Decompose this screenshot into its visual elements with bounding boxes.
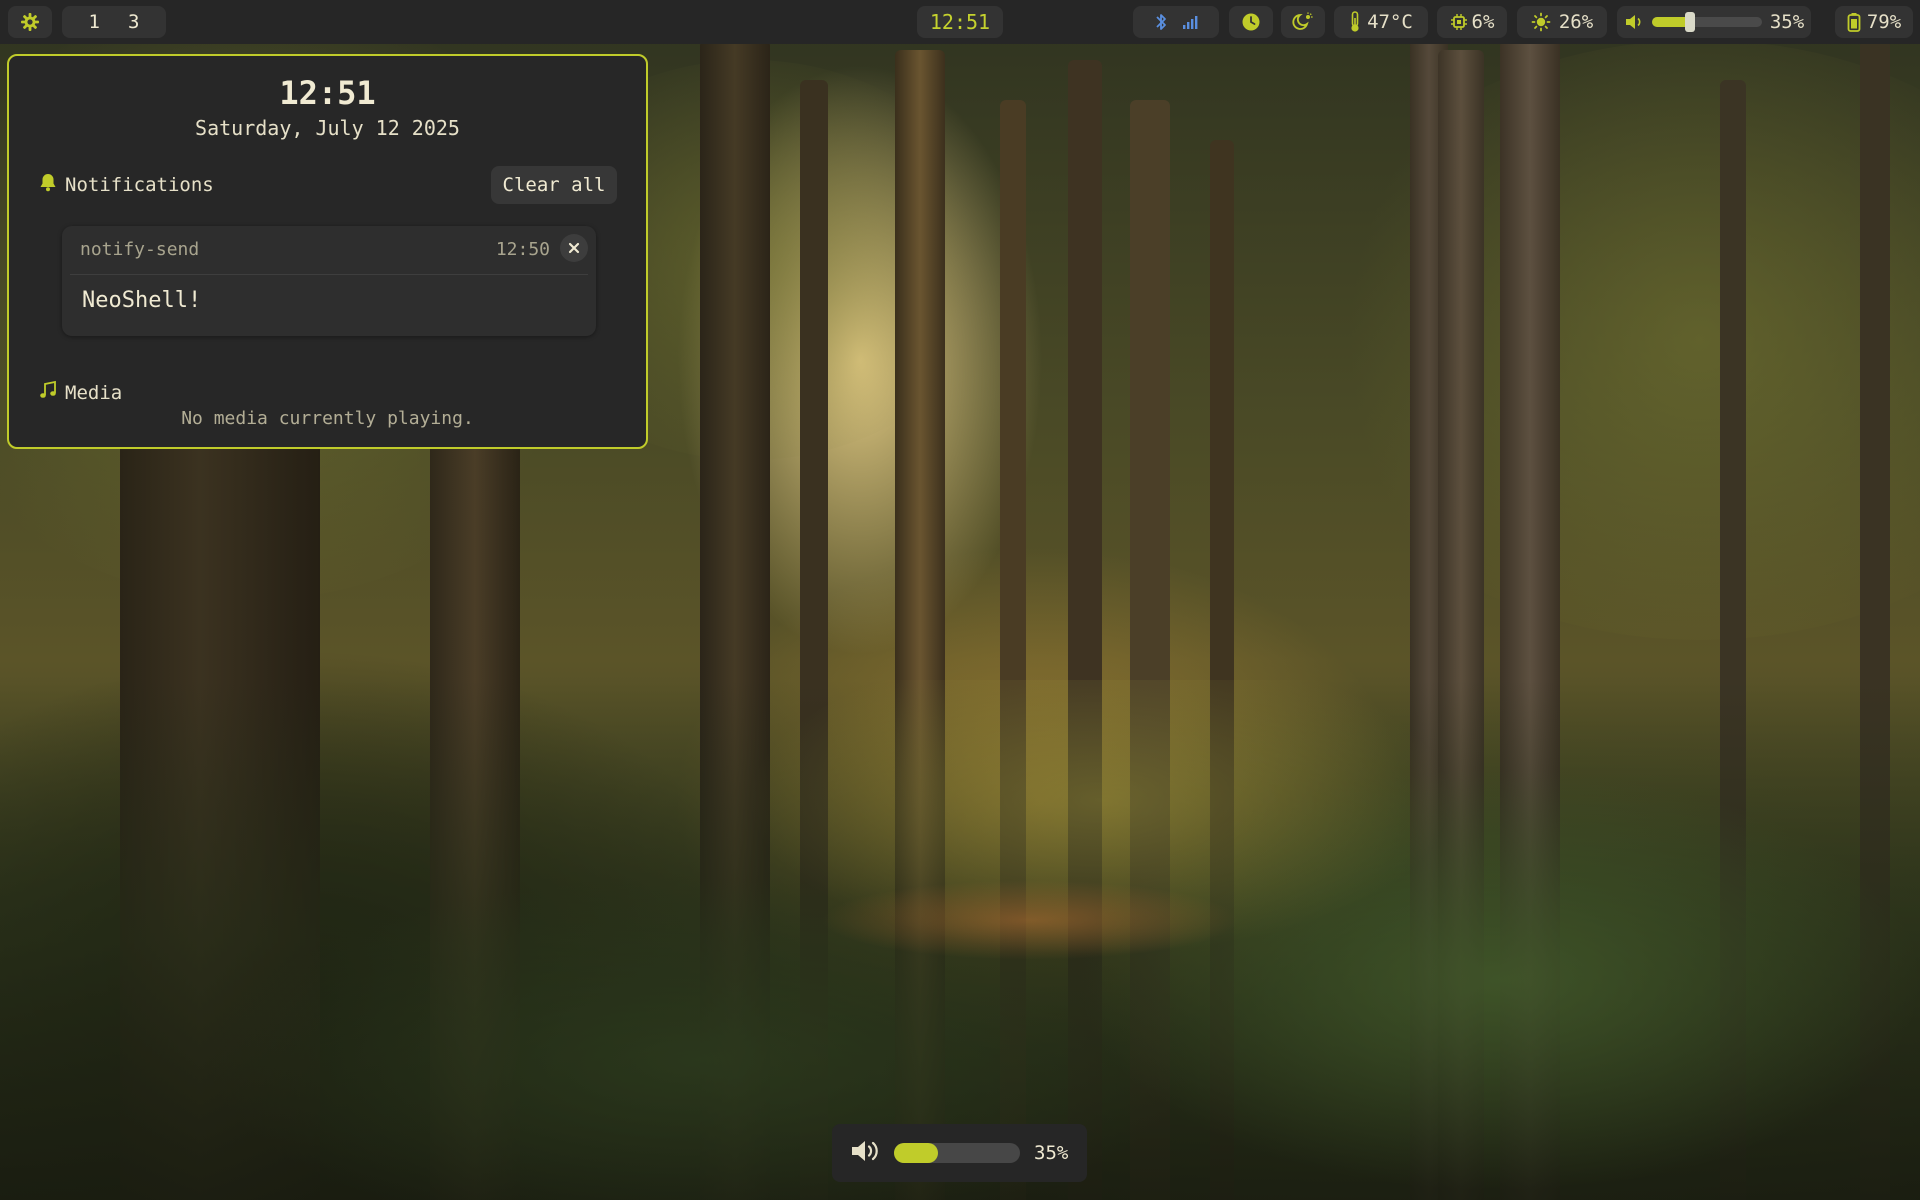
battery-indicator[interactable]: 79% <box>1835 6 1913 38</box>
sun-moon-icon <box>1292 12 1314 32</box>
bar-clock[interactable]: 12:51 <box>917 6 1003 38</box>
osd-volume-fill <box>894 1143 939 1163</box>
top-bar: 1 3 12:51 47°C 6% 26% 35% 79% <box>0 0 1920 44</box>
temperature-value: 47°C <box>1367 11 1413 33</box>
clock-widget-button[interactable] <box>1229 6 1273 38</box>
volume-slider[interactable] <box>1651 12 1762 32</box>
notification-app-name: notify-send <box>80 239 200 260</box>
cpu-indicator[interactable]: 6% <box>1437 6 1507 38</box>
clear-all-button[interactable]: Clear all <box>491 166 617 204</box>
bar-clock-text: 12:51 <box>929 10 991 34</box>
workspace-1-button[interactable]: 1 <box>89 11 100 33</box>
signal-bars-icon <box>1182 14 1198 30</box>
speaker-icon <box>1624 13 1644 31</box>
bell-icon <box>39 172 57 197</box>
launcher-button[interactable] <box>8 6 52 38</box>
control-center-panel: 12:51 Saturday, July 12 2025 Notificatio… <box>7 54 648 449</box>
cpu-value: 6% <box>1471 11 1495 33</box>
cpu-chip-icon <box>1450 13 1468 31</box>
media-title: Media <box>65 381 123 404</box>
workspace-switcher: 1 3 <box>62 6 166 38</box>
speaker-icon <box>850 1139 880 1167</box>
sun-icon <box>1531 12 1551 32</box>
thermometer-icon <box>1349 11 1361 33</box>
workspace-3-button[interactable]: 3 <box>128 11 139 33</box>
media-header: Media <box>39 380 122 405</box>
panel-clock: 12:51 <box>279 74 376 112</box>
panel-date: Saturday, July 12 2025 <box>195 116 460 140</box>
night-light-toggle[interactable] <box>1281 6 1325 38</box>
volume-control[interactable]: 35% <box>1617 6 1811 38</box>
close-icon <box>568 239 580 258</box>
osd-volume-value: 35% <box>1034 1142 1069 1164</box>
volume-osd: 35% <box>832 1124 1087 1182</box>
close-notification-button[interactable] <box>560 234 588 262</box>
battery-icon <box>1847 12 1861 32</box>
media-empty-message: No media currently playing. <box>181 408 474 429</box>
notifications-header: Notifications <box>39 172 214 197</box>
notification-card[interactable]: notify-send 12:50 NeoShell! <box>62 226 596 336</box>
osd-volume-bar <box>894 1143 1020 1163</box>
gear-icon <box>20 12 40 32</box>
notification-body: NeoShell! <box>82 288 202 313</box>
notification-divider <box>70 274 588 275</box>
brightness-indicator[interactable]: 26% <box>1517 6 1607 38</box>
notifications-title: Notifications <box>65 173 214 196</box>
battery-value: 79% <box>1866 11 1902 33</box>
notification-time: 12:50 <box>495 239 550 260</box>
volume-slider-handle[interactable] <box>1685 12 1696 32</box>
connectivity-indicator[interactable] <box>1133 6 1219 38</box>
temperature-indicator[interactable]: 47°C <box>1334 6 1428 38</box>
bluetooth-icon <box>1154 12 1168 32</box>
music-note-icon <box>39 380 57 405</box>
volume-value: 35% <box>1769 11 1805 33</box>
brightness-value: 26% <box>1558 11 1594 33</box>
clock-icon <box>1241 12 1261 32</box>
